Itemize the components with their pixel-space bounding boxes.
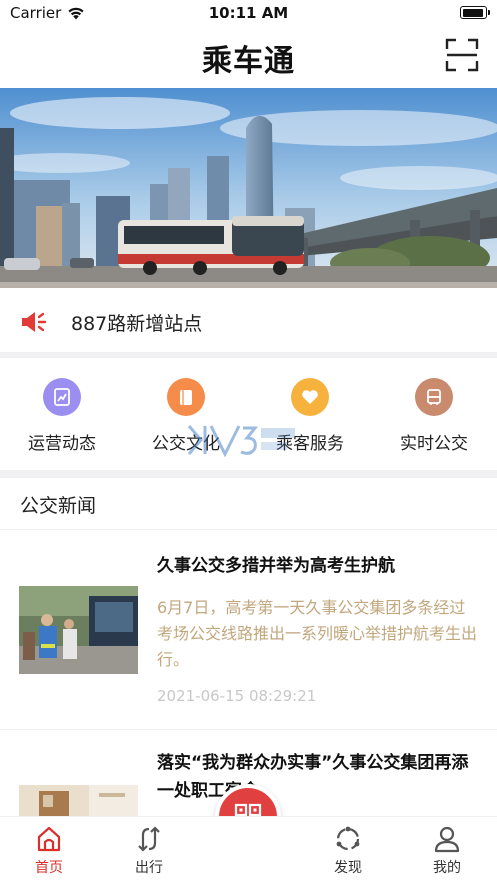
notice-bar[interactable]: 887路新增站点 [0,292,497,352]
quick-menu-label: 实时公交 [400,434,468,454]
user-icon [434,826,460,853]
tab-label: 我的 [433,860,461,876]
status-bar: Carrier 10:11 AM [0,0,497,26]
tab-discover[interactable]: 发现 [302,817,392,883]
tab-label: 出行 [135,860,163,876]
scan-icon [445,38,479,72]
news-title: 久事公交多措并举为高考生护航 [157,556,395,576]
clock: 10:11 AM [208,4,289,22]
banner-image [0,88,497,288]
section-divider [0,352,497,358]
news-thumbnail [19,586,138,674]
tab-travel[interactable]: 出行 [103,817,193,883]
battery-icon [460,6,490,19]
tab-label: 发现 [334,860,362,876]
news-item[interactable]: 久事公交多措并举为高考生护航 6月7日，高考第一天久事公交集团多条经过考场公交线… [0,531,497,730]
watermark-logo [187,425,295,458]
home-icon [37,826,61,852]
speaker-icon [22,312,47,332]
book-icon [167,378,205,416]
chart-icon [43,378,81,416]
navigation-bar: 乘车通 [0,26,497,88]
tab-profile[interactable]: 我的 [401,817,491,883]
banner-carousel[interactable] [0,88,497,288]
news-summary: 6月7日，高考第一天久事公交集团多条经过考场公交线路推出一系列暖心举措护航考生出… [157,598,478,669]
news-date: 2021-06-15 08:29:21 [157,687,317,705]
scan-button[interactable] [445,38,479,72]
section-divider [0,470,497,478]
tab-bar: 首页 出行 发现 我的 [0,816,497,883]
section-title: 公交新闻 [20,495,97,517]
notice-text: 887路新增站点 [71,312,203,335]
news-section-header: 公交新闻 [0,478,497,530]
quick-menu-operations[interactable]: 运营动态 [0,362,124,470]
tab-home[interactable]: 首页 [3,817,93,883]
quick-menu-realtime-bus[interactable]: 实时公交 [372,362,496,470]
discover-icon [336,826,360,851]
news-title: 落实“我为群众办实事”久事公交集团再添一处职工宿舍 [157,753,469,801]
tab-label: 首页 [35,860,63,876]
battery-level [462,8,484,17]
heart-icon [291,378,329,416]
app-title: 乘车通 [202,44,295,79]
quick-menu-label: 运营动态 [28,434,96,454]
route-icon [138,826,160,852]
bus-icon [415,378,453,416]
